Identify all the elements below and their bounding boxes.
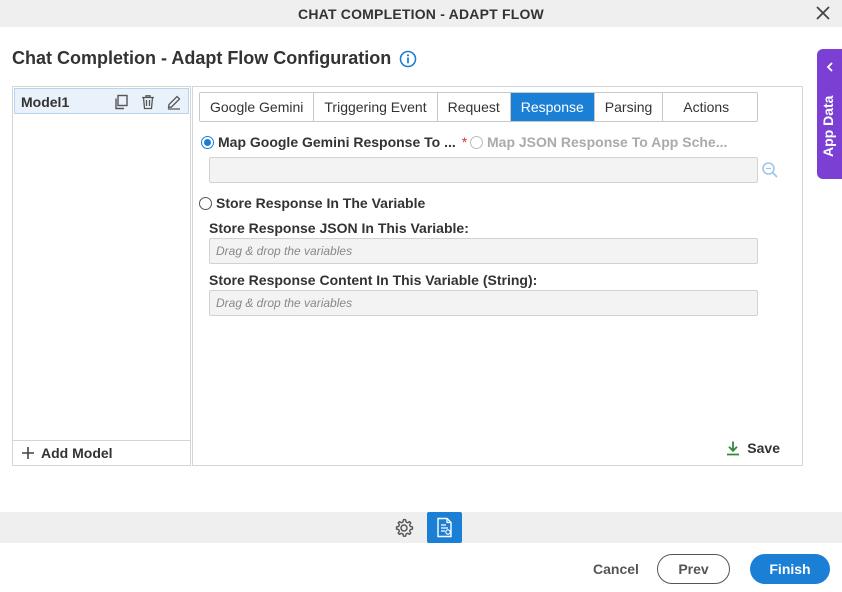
save-button[interactable]: Save — [725, 440, 780, 456]
config-panel: Google Gemini Triggering Event Request R… — [192, 86, 803, 466]
tab-response[interactable]: Response — [510, 93, 595, 121]
map-gemini-radio[interactable]: Map Google Gemini Response To ... * — [201, 134, 467, 150]
map-response-field[interactable] — [209, 157, 758, 183]
required-marker: * — [461, 134, 468, 150]
copy-icon[interactable] — [113, 94, 129, 110]
page-heading: Chat Completion - Adapt Flow Configurati… — [12, 48, 417, 69]
json-variable-field[interactable] — [209, 238, 758, 264]
finish-button[interactable]: Finish — [750, 554, 830, 584]
tab-actions[interactable]: Actions — [663, 93, 757, 121]
plus-icon — [22, 447, 34, 459]
document-mapping-icon — [437, 517, 452, 538]
radio-unselected-icon — [470, 135, 483, 149]
map-response-input[interactable] — [210, 158, 757, 182]
chevron-left-icon — [826, 62, 833, 72]
app-data-label: App Data — [820, 95, 836, 157]
info-icon[interactable] — [399, 50, 417, 68]
radio-unselected-icon — [199, 196, 212, 210]
page-title: Chat Completion - Adapt Flow Configurati… — [12, 48, 392, 68]
save-label: Save — [747, 440, 780, 456]
delete-icon[interactable] — [140, 94, 156, 110]
close-icon[interactable] — [814, 4, 832, 22]
json-variable-label: Store Response JSON In This Variable: — [209, 220, 469, 236]
edit-icon[interactable] — [166, 94, 182, 110]
variable-mapping-button[interactable] — [427, 512, 462, 543]
bottom-toolbar — [0, 512, 842, 543]
tab-google-gemini[interactable]: Google Gemini — [200, 93, 315, 121]
model-item[interactable]: Model1 — [14, 88, 189, 114]
app-data-tab[interactable]: App Data — [817, 49, 842, 179]
content-variable-label: Store Response Content In This Variable … — [209, 272, 538, 288]
tab-parsing[interactable]: Parsing — [595, 93, 664, 121]
content-variable-field[interactable] — [209, 290, 758, 316]
cancel-button[interactable]: Cancel — [593, 561, 639, 577]
gear-icon[interactable] — [393, 517, 415, 539]
tab-triggering-event[interactable]: Triggering Event — [314, 93, 438, 121]
download-icon — [727, 441, 740, 456]
prev-button[interactable]: Prev — [657, 554, 730, 584]
map-json-label: Map JSON Response To App Sche... — [487, 134, 728, 150]
window-title: CHAT COMPLETION - ADAPT FLOW — [298, 6, 544, 22]
model-list: Model1 Add Model — [12, 86, 191, 466]
add-model-label: Add Model — [41, 445, 113, 461]
map-gemini-label: Map Google Gemini Response To ... — [218, 134, 456, 150]
add-model-button[interactable]: Add Model — [13, 440, 190, 465]
json-variable-input[interactable] — [210, 239, 757, 263]
radio-selected-icon — [201, 135, 214, 149]
store-variable-radio[interactable]: Store Response In The Variable — [199, 195, 425, 211]
store-variable-label: Store Response In The Variable — [216, 195, 426, 211]
title-bar: CHAT COMPLETION - ADAPT FLOW — [0, 0, 842, 27]
content-variable-input[interactable] — [210, 291, 757, 315]
tab-bar: Google Gemini Triggering Event Request R… — [199, 92, 759, 122]
search-lookup-icon[interactable] — [761, 161, 779, 179]
model-name: Model1 — [21, 94, 70, 110]
map-json-radio[interactable]: Map JSON Response To App Sche... — [470, 134, 727, 150]
tab-request[interactable]: Request — [438, 93, 511, 121]
